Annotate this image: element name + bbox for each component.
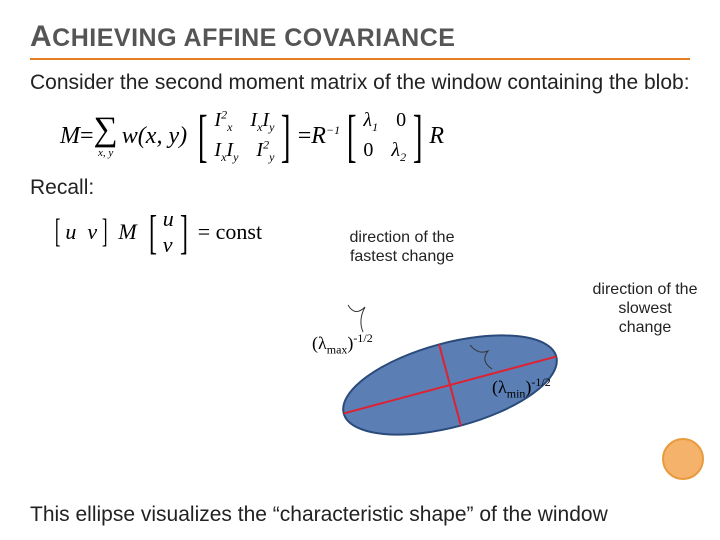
sym-R: R	[429, 123, 444, 150]
weight-fn: w(x, y)	[122, 123, 187, 150]
lambda-max-label: (λmax)-1/2	[312, 331, 373, 358]
sigma-symbol: ∑	[94, 111, 118, 149]
brace-icon	[348, 305, 365, 332]
footer-text: This ellipse visualizes the “characteris…	[30, 502, 670, 528]
sym-M: M	[60, 123, 80, 150]
matrix-gradients: I2x IxIy IxIy I2y	[214, 106, 274, 166]
title-rest: CHIEVING AFFINE COVARIANCE	[52, 24, 455, 52]
ellipse-diagram: (λmax)-1/2 (λmin)-1/2	[300, 285, 600, 445]
fast-direction-label: direction of the fastest change	[342, 228, 462, 266]
bracket-icon: ]	[180, 211, 188, 254]
bracket-icon: ]	[102, 217, 108, 248]
sym-M: M	[118, 219, 136, 245]
intro-text: Consider the second moment matrix of the…	[30, 70, 690, 96]
bracket-icon: [	[149, 211, 157, 254]
slide-title: ACHIEVING AFFINE COVARIANCE	[30, 20, 690, 60]
bracket-icon: [	[55, 217, 61, 248]
slide: ACHIEVING AFFINE COVARIANCE Consider the…	[0, 0, 720, 540]
slow-direction-label: direction of the slowest change	[590, 280, 700, 338]
decorative-circle-icon	[662, 438, 704, 480]
matrix-eigenvalues: λ1 0 0 λ2	[363, 106, 406, 166]
sym-Rinv: R−1	[311, 123, 340, 150]
eq-sign: =	[298, 123, 312, 150]
bracket-icon: [	[198, 110, 208, 162]
second-moment-equation: M = ∑ x, y w(x, y) [ I2x IxIy IxIy I2y ]…	[60, 106, 690, 166]
bracket-icon: ]	[413, 110, 423, 162]
lambda-min-label: (λmin)-1/2	[492, 375, 551, 402]
recall-label: Recall:	[30, 176, 690, 200]
ellipse-svg	[300, 285, 600, 455]
bracket-icon: ]	[281, 110, 291, 162]
const-rhs: = const	[198, 219, 262, 245]
bracket-icon: [	[347, 110, 357, 162]
eq-sign: =	[80, 123, 94, 150]
title-first-letter: A	[30, 20, 52, 53]
